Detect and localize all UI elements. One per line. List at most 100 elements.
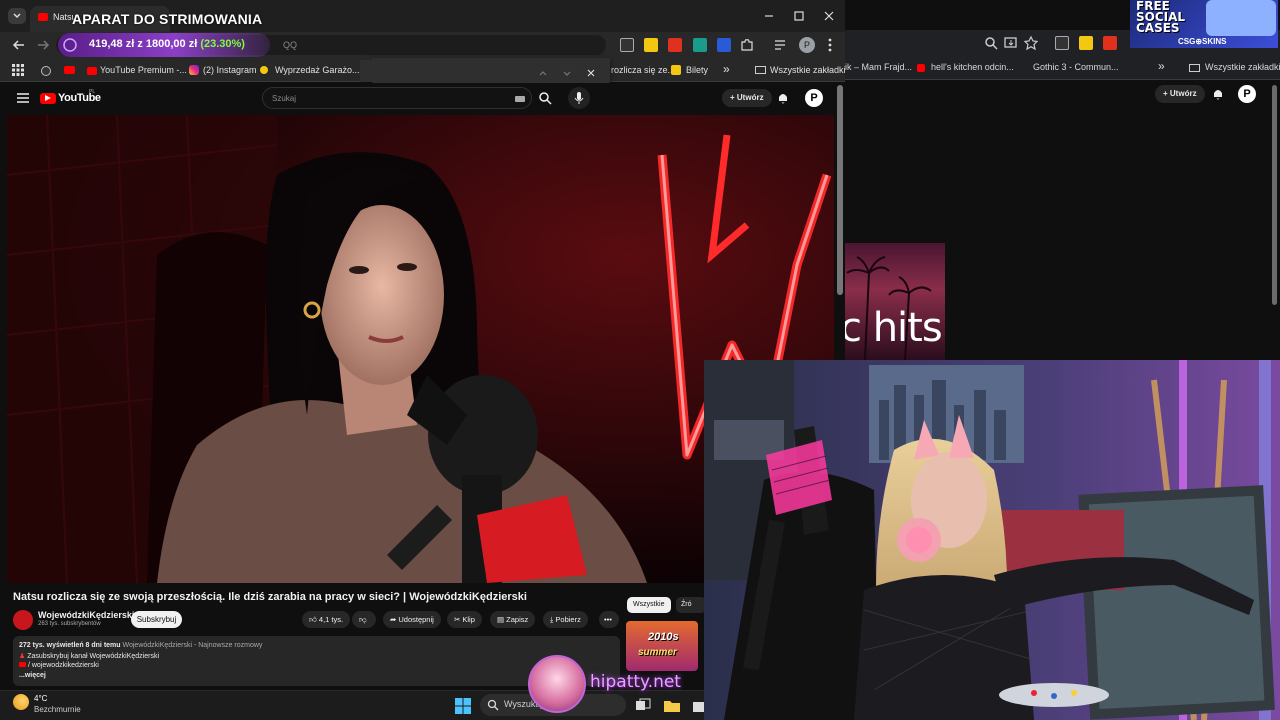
show-more-link[interactable]: ...więcej: [19, 672, 46, 679]
avatar[interactable]: P: [805, 89, 823, 107]
media-control-icon[interactable]: [773, 37, 789, 53]
close-icon[interactable]: [585, 67, 597, 79]
weather-temperature[interactable]: 4°C: [34, 694, 47, 703]
youtube-favicon: [38, 13, 48, 21]
scrollbar[interactable]: [1272, 85, 1277, 305]
subscribe-button[interactable]: Subskrybuj: [131, 611, 182, 628]
bookmarks-overflow-icon[interactable]: »: [1158, 59, 1165, 73]
bookmarks-overflow-icon[interactable]: »: [723, 62, 730, 76]
store-icon[interactable]: [692, 698, 704, 714]
puzzle-extensions-icon[interactable]: [739, 37, 755, 53]
voice-search-button[interactable]: [568, 87, 590, 109]
bookmark-item[interactable]: Bilety: [686, 65, 708, 75]
subscriber-count: 263 tys. subskrybentów: [38, 621, 101, 627]
download-button[interactable]: ⤓ Pobierz: [543, 611, 588, 628]
create-button[interactable]: + Utwórz: [722, 89, 772, 107]
sponsor-banner: FREE SOCIAL CASES CSG⊕SKINS: [1130, 0, 1278, 48]
region-code: PL: [89, 89, 96, 95]
bell-icon[interactable]: [776, 91, 790, 105]
background-bookmarks-bar: ik – Mam Frajd... hell's kitchen odcin..…: [845, 56, 1280, 80]
channel-avatar[interactable]: [13, 610, 33, 630]
chevron-up-icon[interactable]: [537, 67, 549, 79]
thumbs-up-icon: 👍︎: [309, 615, 319, 624]
windows-start-icon[interactable]: [455, 698, 471, 714]
like-button[interactable]: 👍︎ 4,1 tys.: [302, 611, 351, 628]
create-button[interactable]: + Utwórz: [1155, 85, 1205, 103]
translate-extension-icon[interactable]: [693, 38, 707, 52]
close-icon[interactable]: [822, 9, 836, 23]
bookmark-item[interactable]: (2) Instagram: [203, 65, 257, 75]
maximize-icon[interactable]: [792, 9, 806, 23]
clip-button[interactable]: ✂ Klip: [447, 611, 482, 628]
bookmark-item[interactable]: hell's kitchen odcin...: [931, 62, 1014, 72]
bookmark-item[interactable]: ik – Mam Frajd...: [845, 62, 912, 72]
more-actions-button[interactable]: •••: [599, 611, 619, 628]
bookmark-item[interactable]: rozlicza się ze...: [611, 65, 675, 75]
save-button[interactable]: ▤ Zapisz: [490, 611, 536, 628]
gift-box-image: [1206, 0, 1276, 36]
tab-search-button[interactable]: [8, 8, 26, 24]
channel-name[interactable]: WojewódzkiKędzierski: [38, 610, 134, 620]
instagram-icon: [189, 65, 199, 75]
filter-chip-all[interactable]: Wszystkie: [627, 597, 671, 613]
scrollbar[interactable]: [837, 85, 843, 295]
hamburger-menu-icon[interactable]: [16, 92, 30, 104]
dislike-button[interactable]: 👎︎: [352, 611, 376, 628]
all-bookmarks-link[interactable]: Wszystkie zakładki: [1205, 62, 1280, 72]
ticket-icon: [671, 65, 681, 75]
bookmark-item[interactable]: Gothic 3 - Commun...: [1033, 62, 1119, 72]
youtube-icon[interactable]: [64, 66, 75, 74]
task-view-icon[interactable]: [635, 698, 651, 714]
description-stats: 272 tys. wyświetleń 8 dni temu Wojewódzk…: [19, 642, 263, 649]
plus-icon: +: [730, 93, 737, 102]
search-icon[interactable]: [538, 91, 552, 105]
kebab-menu-icon[interactable]: [823, 37, 837, 53]
donation-goal-text: 419,48 zł z 1800,00 zł (23.30%): [89, 38, 245, 50]
video-title: Natsu rozlicza się ze swoją przeszłością…: [13, 591, 527, 603]
install-app-icon[interactable]: [1003, 35, 1019, 51]
extension-icon[interactable]: [1103, 36, 1117, 50]
bookmark-item[interactable]: YouTube Premium -...: [100, 65, 187, 75]
thumbs-down-icon: 👎︎: [359, 615, 367, 624]
url-text: QQ: [283, 40, 298, 50]
bookmark-star-icon[interactable]: [1023, 35, 1039, 51]
weather-condition[interactable]: Bezchmurnie: [34, 705, 81, 714]
avatar[interactable]: P: [1238, 85, 1256, 103]
recommended-video-thumbnail[interactable]: 2010s summer: [626, 621, 698, 671]
file-explorer-icon[interactable]: [663, 698, 681, 714]
play-triangle-icon: [45, 95, 51, 101]
forward-arrow-icon[interactable]: [35, 37, 51, 53]
description-link[interactable]: / wojewodzkikedzierski: [19, 662, 99, 669]
find-input[interactable]: [360, 60, 374, 82]
extension-icon[interactable]: [1079, 36, 1093, 50]
filter-chip-source[interactable]: Źró: [676, 597, 706, 613]
back-arrow-icon[interactable]: [11, 37, 27, 53]
extension-icon[interactable]: [1055, 36, 1069, 50]
webcam-overlay: [704, 360, 1280, 720]
search-input[interactable]: Szukaj: [262, 87, 532, 109]
bookmark-item[interactable]: Wyprzedaż Garażo...: [275, 65, 359, 75]
save-playlist-icon: ▤: [497, 615, 507, 624]
extension-icon[interactable]: [620, 38, 634, 52]
chevron-down-icon[interactable]: [561, 67, 573, 79]
extension-icon[interactable]: [668, 38, 682, 52]
keyboard-icon[interactable]: [515, 96, 525, 102]
apps-grid-icon[interactable]: [12, 64, 24, 76]
extension-icon[interactable]: [717, 38, 731, 52]
search-placeholder: Szukaj: [272, 94, 297, 103]
sponsor-brand: CSG⊕SKINS: [1178, 37, 1227, 46]
weather-moon-icon[interactable]: [13, 694, 29, 710]
profile-avatar[interactable]: P: [799, 37, 815, 53]
all-bookmarks-link[interactable]: Wszystkie zakładki: [770, 65, 846, 75]
bell-icon[interactable]: [1211, 87, 1225, 101]
folder-icon: [1189, 64, 1200, 72]
bookmark-icon[interactable]: [41, 66, 51, 76]
webcam-feed-image: [704, 360, 1280, 720]
donation-percent: (23.30%): [200, 38, 245, 50]
share-button[interactable]: ➦ Udostępnij: [383, 611, 441, 628]
stream-overlay-title: APARAT DO STRIMOWANIA: [72, 11, 263, 27]
zoom-icon[interactable]: [983, 35, 999, 51]
microphone-icon: [574, 92, 584, 104]
minimize-icon[interactable]: [762, 9, 776, 23]
extension-icon[interactable]: [644, 38, 658, 52]
